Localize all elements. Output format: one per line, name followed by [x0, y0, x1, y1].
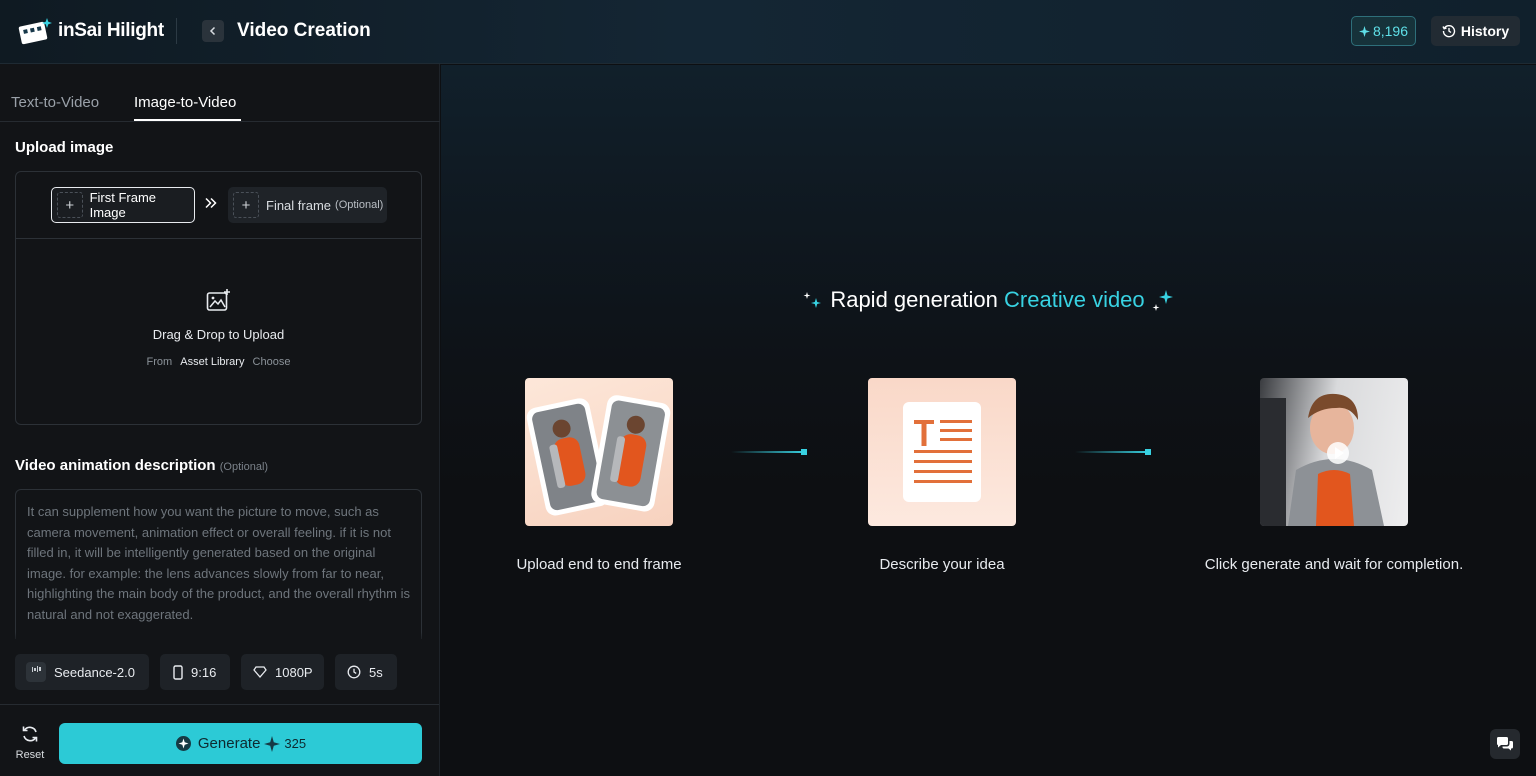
first-frame-button[interactable]: + First Frame Image — [51, 187, 195, 223]
history-button[interactable]: History — [1431, 16, 1520, 46]
brand-name: inSai Hilight — [58, 20, 164, 41]
left-panel: Text-to-Video Image-to-Video Upload imag… — [0, 64, 440, 776]
app-header: inSai Hilight Video Creation 8,196 Histo… — [0, 0, 1536, 64]
description-optional: (Optional) — [219, 461, 269, 473]
clock-history-icon — [1442, 25, 1456, 38]
step-upload-label: Upload end to end frame — [516, 556, 682, 573]
refresh-icon — [22, 726, 38, 742]
sparkle-icon — [1358, 25, 1370, 37]
credits-count: 8,196 — [1372, 23, 1409, 39]
step-upload-illustration — [525, 378, 673, 526]
active-tab-indicator — [134, 119, 241, 121]
aspect-ratio-value: 9:16 — [191, 664, 217, 680]
duration-selector[interactable]: 5s — [335, 654, 397, 690]
upload-box: + First Frame Image + Final frame (Optio… — [15, 171, 422, 425]
generate-icon — [175, 736, 191, 751]
frame-selector: + First Frame Image + Final frame (Optio… — [16, 172, 421, 239]
step-generate-illustration — [1260, 378, 1408, 526]
phone-icon — [173, 664, 183, 680]
first-frame-label: First Frame Image — [89, 190, 157, 220]
resolution-value: 1080P — [275, 664, 313, 680]
film-sparkle-icon — [18, 18, 52, 45]
chat-button[interactable] — [1490, 729, 1520, 759]
model-value: Seedance-2.0 — [54, 664, 135, 680]
clock-icon — [347, 665, 361, 679]
final-frame-button[interactable]: + Final frame (Optional) — [228, 187, 387, 223]
description-label: Video animation description — [15, 457, 216, 474]
step-generate-label: Click generate and wait for completion. — [1204, 556, 1464, 573]
history-label: History — [1460, 23, 1510, 39]
sparkle-icon — [264, 735, 281, 752]
reset-label: Reset — [15, 749, 45, 761]
generate-button[interactable]: Generate 325 — [59, 723, 422, 764]
chat-bubbles-icon — [1497, 737, 1513, 751]
tab-image-to-video[interactable]: Image-to-Video — [134, 94, 236, 111]
resolution-selector[interactable]: 1080P — [241, 654, 324, 690]
header-divider — [176, 18, 177, 44]
bars-icon — [26, 662, 46, 682]
plus-icon: + — [233, 192, 259, 218]
step-describe: Describe your idea — [868, 378, 1016, 573]
video-preview-icon — [1260, 393, 1384, 526]
diamond-icon — [253, 666, 267, 678]
aspect-ratio-selector[interactable]: 9:16 — [160, 654, 230, 690]
action-bar: Reset Generate 325 — [0, 704, 439, 776]
final-frame-label: Final frame — [266, 197, 332, 213]
drop-subtitle: From Asset Library Choose — [16, 356, 421, 368]
plus-icon: + — [57, 192, 83, 218]
sparkle-right-icon — [1152, 290, 1173, 312]
brand-logo[interactable]: inSai Hilight — [18, 16, 164, 46]
asset-library-link[interactable]: Asset Library — [180, 356, 244, 368]
back-button[interactable] — [202, 20, 224, 42]
reset-button[interactable]: Reset — [13, 725, 47, 761]
drop-zone[interactable]: Drag & Drop to Upload From Asset Library… — [16, 240, 421, 424]
double-chevron-right-icon — [204, 196, 218, 213]
sparkle-left-icon — [803, 292, 822, 309]
parameter-bar: Seedance-2.0 9:16 1080P 5s — [0, 644, 439, 704]
text-document-icon — [903, 402, 981, 502]
upload-section-label: Upload image — [15, 139, 114, 156]
hero-title-accent: Creative video — [1004, 287, 1145, 312]
generate-label: Generate — [197, 735, 261, 752]
dual-frame-icon — [526, 395, 671, 516]
generate-cost: 325 — [264, 735, 307, 752]
step-upload: Upload end to end frame — [516, 378, 682, 573]
preview-area: Rapid generation Creative video Upload e… — [441, 65, 1536, 776]
page-title: Video Creation — [237, 20, 371, 41]
hero-title: Rapid generation Creative video — [441, 287, 1536, 313]
chevron-left-icon — [209, 26, 216, 36]
hero-title-prefix: Rapid generation — [830, 287, 998, 312]
mode-tabs: Text-to-Video Image-to-Video — [0, 64, 440, 122]
choose-link[interactable]: Choose — [253, 356, 291, 368]
generate-cost-value: 325 — [284, 736, 307, 751]
model-selector[interactable]: Seedance-2.0 — [15, 654, 149, 690]
step-generate: Click generate and wait for completion. — [1205, 378, 1463, 573]
credits-button[interactable]: 8,196 — [1351, 16, 1416, 46]
step-connector — [1075, 449, 1151, 455]
step-connector — [731, 449, 807, 455]
image-plus-icon — [206, 289, 230, 311]
tab-text-to-video[interactable]: Text-to-Video — [11, 94, 99, 111]
final-frame-optional: (Optional) — [335, 199, 384, 211]
step-describe-label: Describe your idea — [879, 556, 1005, 573]
description-fade — [0, 632, 439, 644]
description-section-label: Video animation description (Optional) — [15, 457, 268, 474]
description-textarea[interactable]: It can supplement how you want the pictu… — [15, 489, 422, 639]
duration-value: 5s — [369, 664, 383, 680]
from-label: From — [146, 356, 173, 368]
drop-title: Drag & Drop to Upload — [152, 327, 285, 342]
step-describe-illustration — [868, 378, 1016, 526]
